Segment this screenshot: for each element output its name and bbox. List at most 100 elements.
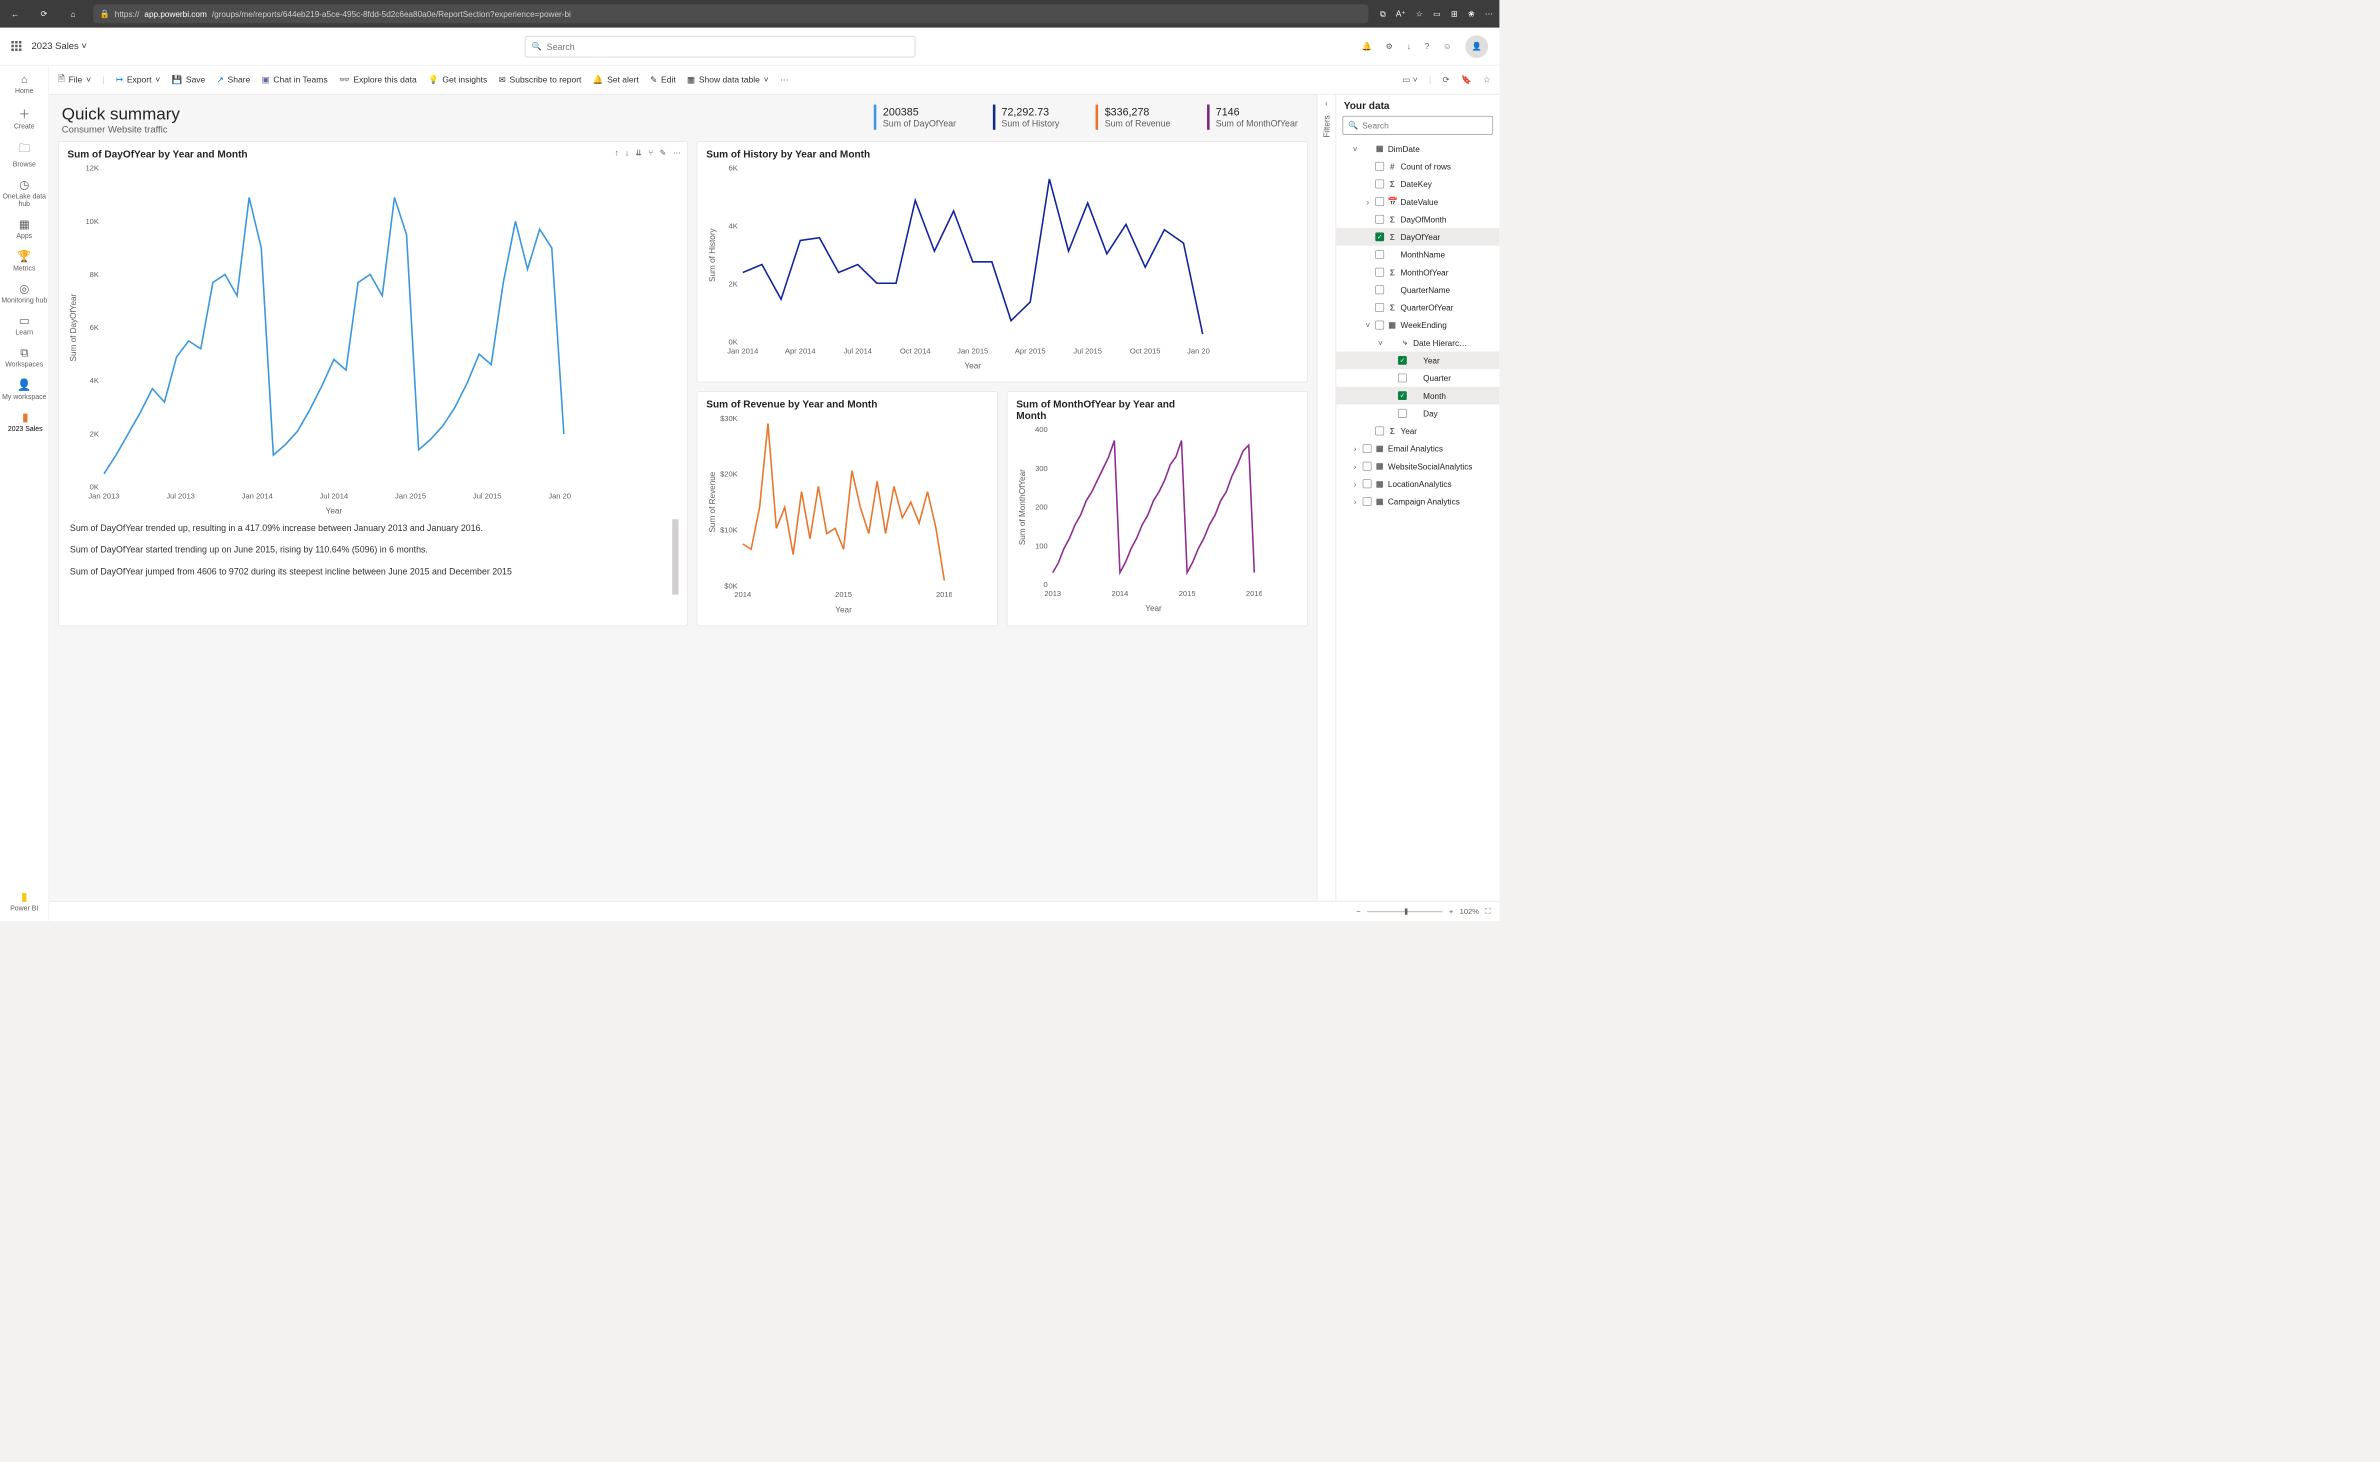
kpi-monthofyear[interactable]: 7146Sum of MonthOfYear — [1207, 105, 1304, 130]
checkbox-icon[interactable] — [1363, 462, 1372, 471]
datatable-button[interactable]: ▦Show data table ˅ — [687, 75, 769, 85]
home-button[interactable]: ⌂ — [64, 5, 82, 23]
zoom-slider[interactable] — [1367, 911, 1443, 912]
app-launcher-icon[interactable] — [11, 41, 22, 52]
file-menu[interactable]: 🗎File ˅ — [58, 72, 91, 86]
visual-history[interactable]: Sum of History by Year and Month 0K2K4K6… — [697, 141, 1308, 382]
bookmark-button[interactable]: 🔖 — [1461, 75, 1472, 85]
caret-icon[interactable]: ˅ — [1351, 144, 1359, 153]
more-options[interactable]: ⋯ — [780, 75, 789, 85]
draw-icon[interactable]: ✎ — [660, 148, 667, 158]
field-row[interactable]: Quarter — [1336, 369, 1499, 387]
notifications-icon[interactable]: 🔔 — [1362, 41, 1372, 51]
checkbox-icon[interactable] — [1363, 444, 1372, 453]
subscribe-button[interactable]: ✉Subscribe to report — [499, 75, 582, 85]
zoom-in[interactable]: + — [1449, 907, 1453, 916]
nav-apps[interactable]: ▦Apps — [0, 214, 49, 244]
global-search[interactable]: 🔍 — [525, 36, 916, 57]
nav-onelake[interactable]: ◷OneLake data hub — [0, 175, 49, 212]
caret-icon[interactable]: ˅ — [1364, 320, 1372, 329]
extensions-icon[interactable]: ⊞ — [1451, 9, 1458, 19]
kpi-dayofyear[interactable]: 200385Sum of DayOfYear — [874, 105, 962, 130]
favorite-icon[interactable]: ☆ — [1416, 9, 1423, 19]
checkbox-icon[interactable]: ✓ — [1398, 356, 1407, 365]
field-row[interactable]: MonthName — [1336, 246, 1499, 264]
checkbox-icon[interactable] — [1375, 197, 1384, 206]
more-icon[interactable]: ⋯ — [1485, 9, 1493, 19]
field-row[interactable]: ΣDateKey — [1336, 175, 1499, 193]
data-search-input[interactable] — [1362, 121, 1487, 130]
filters-pane-collapsed[interactable]: ‹ Filters — [1317, 95, 1336, 901]
feedback-icon[interactable]: ☺ — [1443, 42, 1451, 51]
caret-icon[interactable]: › — [1351, 461, 1359, 470]
collections-icon[interactable]: ▭ — [1433, 9, 1441, 19]
nav-workspaces[interactable]: ⧉Workspaces — [0, 343, 49, 373]
read-aloud-icon[interactable]: A⁺ — [1396, 9, 1406, 19]
checkbox-icon[interactable] — [1363, 497, 1372, 506]
caret-icon[interactable]: › — [1351, 444, 1359, 453]
report-name[interactable]: 2023 Sales ˅ — [32, 41, 87, 52]
star-button[interactable]: ☆ — [1483, 75, 1491, 85]
nav-create[interactable]: ＋Create — [0, 101, 49, 134]
settings-icon[interactable]: ⚙ — [1386, 41, 1393, 51]
chat-teams-button[interactable]: ▣Chat in Teams — [262, 75, 328, 85]
view-mode[interactable]: ▭ ˅ — [1402, 75, 1417, 85]
nav-home[interactable]: ⌂Home — [0, 69, 49, 99]
fork-icon[interactable]: ⑂ — [648, 148, 653, 158]
checkbox-icon[interactable] — [1375, 321, 1384, 330]
more-icon[interactable]: ⋯ — [673, 148, 681, 158]
address-bar[interactable]: 🔒 https://app.powerbi.com/groups/me/repo… — [93, 4, 1368, 23]
nav-browse[interactable]: 🗀Browse — [0, 137, 49, 172]
checkbox-icon[interactable] — [1363, 479, 1372, 488]
save-button[interactable]: 💾Save — [172, 75, 206, 85]
checkbox-icon[interactable] — [1375, 215, 1384, 224]
field-row[interactable]: ΣQuarterOfYear — [1336, 299, 1499, 317]
insights-button[interactable]: 💡Get insights — [428, 75, 487, 85]
caret-icon[interactable]: ˅ — [1377, 338, 1385, 347]
drill-down-icon[interactable]: ↓ — [625, 148, 629, 158]
field-row[interactable]: ✓Year — [1336, 352, 1499, 370]
field-row[interactable]: ›📅DateValue — [1336, 193, 1499, 211]
expand-icon[interactable]: ⇊ — [635, 148, 642, 158]
field-row[interactable]: ✓Month — [1336, 387, 1499, 405]
checkbox-icon[interactable]: ✓ — [1375, 232, 1384, 241]
explore-button[interactable]: 👓Explore this data — [339, 75, 417, 85]
field-row[interactable]: ›▦WebsiteSocialAnalytics — [1336, 457, 1499, 475]
field-row[interactable]: ›▦Campaign Analytics — [1336, 493, 1499, 511]
field-row[interactable]: ΣMonthOfYear — [1336, 263, 1499, 281]
alert-button[interactable]: 🔔Set alert — [593, 75, 639, 85]
refresh-button[interactable]: ⟳ — [35, 5, 53, 23]
checkbox-icon[interactable] — [1375, 162, 1384, 171]
field-row[interactable]: ˅▦WeekEnding — [1336, 316, 1499, 334]
field-row[interactable]: ›▦Email Analytics — [1336, 440, 1499, 458]
nav-powerbi[interactable]: ▮Power BI — [0, 886, 49, 916]
search-input[interactable] — [547, 41, 909, 51]
share-button[interactable]: ↗Share — [217, 75, 251, 85]
field-row[interactable]: QuarterName — [1336, 281, 1499, 299]
nav-myworkspace[interactable]: 👤My workspace — [0, 375, 49, 405]
caret-icon[interactable]: › — [1364, 197, 1372, 206]
visual-monthofyear[interactable]: Sum of MonthOfYear by Year and Month 010… — [1007, 391, 1308, 626]
field-row[interactable]: #Count of rows — [1336, 158, 1499, 176]
help-icon[interactable]: ? — [1425, 42, 1430, 51]
field-row[interactable]: ΣYear — [1336, 422, 1499, 440]
checkbox-icon[interactable] — [1375, 427, 1384, 436]
kpi-revenue[interactable]: $336,278Sum of Revenue — [1096, 105, 1177, 130]
visual-dayofyear[interactable]: Sum of DayOfYear by Year and Month ↑ ↓ ⇊… — [58, 141, 688, 626]
checkbox-icon[interactable] — [1398, 374, 1407, 383]
zoom-out[interactable]: − — [1356, 907, 1360, 916]
app-icon[interactable]: ⧉ — [1380, 9, 1386, 19]
data-search[interactable]: 🔍 — [1343, 116, 1494, 135]
download-icon[interactable]: ↓ — [1407, 42, 1411, 51]
export-menu[interactable]: ↦Export ˅ — [116, 75, 160, 85]
field-row[interactable]: ˅⤷Date Hierarc… — [1336, 334, 1499, 352]
field-row[interactable]: ΣDayOfMonth — [1336, 210, 1499, 228]
nav-learn[interactable]: ▭Learn — [0, 311, 49, 341]
checkbox-icon[interactable] — [1375, 250, 1384, 259]
edit-button[interactable]: ✎Edit — [650, 75, 676, 85]
checkbox-icon[interactable] — [1375, 268, 1384, 277]
user-avatar[interactable]: 👤 — [1465, 35, 1488, 58]
refresh-visuals[interactable]: ⟳ — [1443, 75, 1450, 85]
checkbox-icon[interactable] — [1375, 180, 1384, 189]
checkbox-icon[interactable]: ✓ — [1398, 391, 1407, 400]
